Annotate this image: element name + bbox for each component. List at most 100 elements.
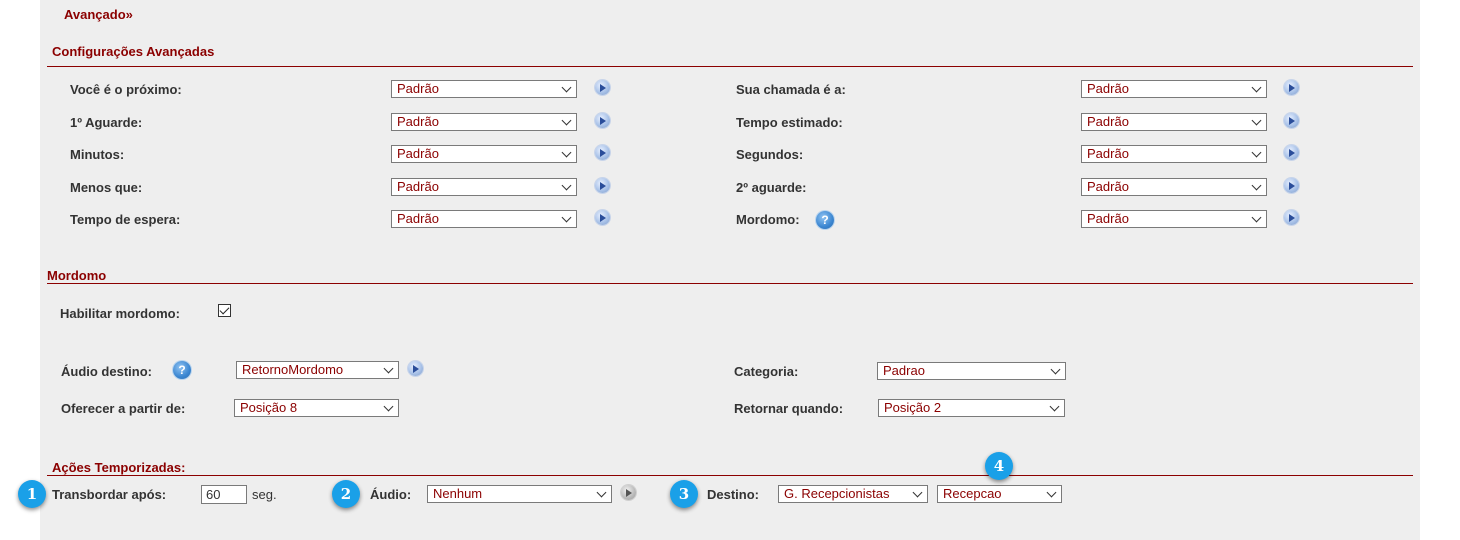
label-oferecer-a-partir-de: Oferecer a partir de: (61, 401, 186, 416)
play-icon[interactable] (1284, 210, 1299, 225)
chevron-down-icon (561, 147, 572, 158)
select-value: RetornoMordomo (242, 362, 344, 377)
mordomo-section-title: Mordomo (47, 268, 107, 283)
help-icon[interactable]: ? (173, 361, 191, 379)
play-icon[interactable] (595, 145, 610, 160)
select-value: Padrão (1087, 211, 1129, 226)
select-audio[interactable]: Nenhum (427, 485, 612, 503)
label-mordomo: Mordomo: (736, 212, 800, 227)
select-sua-chamada-e-a[interactable]: Padrão (1081, 80, 1267, 98)
select-destino[interactable]: Recepcao (937, 485, 1062, 503)
chevron-down-icon (1251, 212, 1262, 223)
select-menos-que[interactable]: Padrão (391, 178, 577, 196)
select-value: Padrão (397, 179, 439, 194)
play-icon[interactable] (1284, 178, 1299, 193)
select-value: Padrão (397, 211, 439, 226)
chevron-down-icon (1046, 487, 1057, 498)
select-value: Padrão (1087, 81, 1129, 96)
chevron-down-icon (596, 487, 607, 498)
left-margin (0, 0, 40, 540)
play-icon[interactable] (1284, 145, 1299, 160)
select-value: Recepcao (943, 486, 1002, 501)
select-audio-destino[interactable]: RetornoMordomo (236, 361, 399, 379)
chevron-down-icon (561, 82, 572, 93)
chevron-down-icon (912, 487, 923, 498)
label-destino: Destino: (707, 487, 759, 502)
advanced-divider (47, 66, 1413, 67)
select-minutos[interactable]: Padrão (391, 145, 577, 163)
step-badge-1: 1 (18, 480, 46, 508)
label-2-aguarde: 2º aguarde: (736, 180, 807, 195)
chevron-down-icon (383, 363, 394, 374)
select-value: Padrão (397, 81, 439, 96)
chevron-down-icon (561, 180, 572, 191)
select-2-aguarde[interactable]: Padrão (1081, 178, 1267, 196)
select-tempo-estimado[interactable]: Padrão (1081, 113, 1267, 131)
chevron-down-icon (1251, 82, 1262, 93)
select-1-aguarde[interactable]: Padrão (391, 113, 577, 131)
select-value: Padrão (397, 146, 439, 161)
transbordar-input[interactable]: 60 (201, 485, 247, 504)
select-segundos[interactable]: Padrão (1081, 145, 1267, 163)
label-voce-e-o-proximo: Você é o próximo: (70, 82, 182, 97)
chevron-down-icon (1050, 364, 1061, 375)
label-segundos: Segundos: (736, 147, 804, 162)
label-minutos: Minutos: (70, 147, 125, 162)
play-icon[interactable] (595, 178, 610, 193)
select-value: Padrao (883, 363, 925, 378)
select-destino-tipo[interactable]: G. Recepcionistas (778, 485, 928, 503)
chevron-down-icon (1049, 401, 1060, 412)
play-icon[interactable] (595, 113, 610, 128)
label-retornar-quando: Retornar quando: (734, 401, 844, 416)
chevron-down-icon (561, 115, 572, 126)
breadcrumb-arrow-icon: » (125, 7, 133, 22)
right-margin (1420, 0, 1460, 540)
label-tempo-estimado: Tempo estimado: (736, 115, 843, 130)
breadcrumb-label: Avançado (64, 7, 126, 22)
play-icon[interactable] (595, 80, 610, 95)
label-tempo-de-espera: Tempo de espera: (70, 212, 181, 227)
play-icon[interactable] (408, 361, 423, 376)
step-badge-4: 4 (985, 452, 1013, 480)
acoes-section-title: Ações Temporizadas: (52, 460, 186, 475)
select-oferecer-a-partir-de[interactable]: Posição 8 (234, 399, 399, 417)
select-categoria[interactable]: Padrao (877, 362, 1066, 380)
select-value: Posição 8 (240, 400, 298, 415)
select-mordomo[interactable]: Padrão (1081, 210, 1267, 228)
step-badge-2: 2 (332, 480, 360, 508)
label-sua-chamada-e-a: Sua chamada é a: (736, 82, 846, 97)
select-tempo-de-espera[interactable]: Padrão (391, 210, 577, 228)
label-audio: Áudio: (370, 487, 412, 502)
chevron-down-icon (561, 212, 572, 223)
select-value: Posição 2 (884, 400, 942, 415)
label-1-aguarde: 1º Aguarde: (70, 115, 143, 130)
label-menos-que: Menos que: (70, 180, 143, 195)
label-audio-destino: Áudio destino: (61, 364, 152, 379)
label-categoria: Categoria: (734, 364, 799, 379)
mordomo-divider (47, 283, 1413, 284)
step-badge-3: 3 (670, 480, 698, 508)
play-icon[interactable] (621, 485, 636, 500)
play-icon[interactable] (595, 210, 610, 225)
select-value: G. Recepcionistas (784, 486, 890, 501)
select-value: Padrão (1087, 114, 1129, 129)
breadcrumb[interactable]: Avançado» (64, 7, 133, 22)
play-icon[interactable] (1284, 113, 1299, 128)
select-voce-e-o-proximo[interactable]: Padrão (391, 80, 577, 98)
chevron-down-icon (383, 401, 394, 412)
select-value: Padrão (1087, 146, 1129, 161)
select-value: Padrão (1087, 179, 1129, 194)
select-value: Padrão (397, 114, 439, 129)
seg-unit: seg. (252, 487, 277, 502)
select-retornar-quando[interactable]: Posição 2 (878, 399, 1065, 417)
chevron-down-icon (1251, 147, 1262, 158)
label-transbordar-apos: Transbordar após: (52, 487, 167, 502)
play-icon[interactable] (1284, 80, 1299, 95)
chevron-down-icon (1251, 180, 1262, 191)
advanced-section-title: Configurações Avançadas (52, 44, 215, 59)
habilitar-mordomo-checkbox[interactable] (218, 304, 231, 317)
help-icon[interactable]: ? (816, 211, 834, 229)
acoes-divider (47, 475, 1413, 476)
select-value: Nenhum (433, 486, 483, 501)
label-habilitar-mordomo: Habilitar mordomo: (60, 306, 180, 321)
